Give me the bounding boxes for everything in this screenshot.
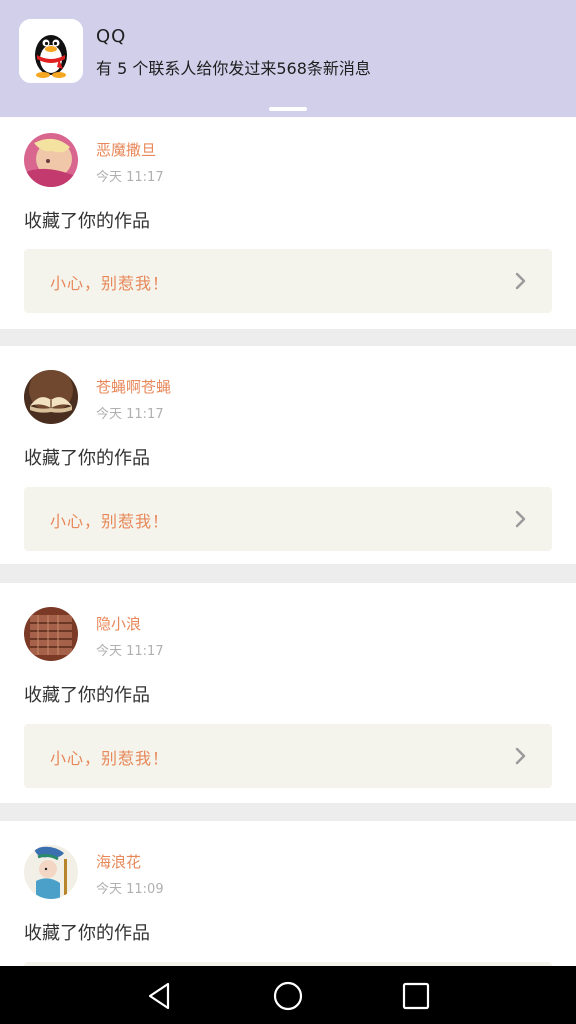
username[interactable]: 隐小浪	[96, 613, 141, 634]
timestamp: 今天 11:09	[96, 882, 164, 897]
action-text: 收藏了你的作品	[24, 211, 150, 232]
quoted-work[interactable]: 小心，别惹我！	[24, 249, 552, 313]
feed-card: 恶魔撒旦 今天 11:17 收藏了你的作品 小心，别惹我！	[0, 117, 576, 329]
timestamp: 今天 11:17	[96, 170, 164, 185]
timestamp: 今天 11:17	[96, 407, 164, 422]
chevron-right-icon	[515, 747, 526, 765]
quoted-work[interactable]: 小心，别惹我！	[24, 724, 552, 788]
notification-app-name: QQ	[96, 26, 127, 47]
notification-message: 有 5 个联系人给你发过来568条新消息	[96, 59, 371, 78]
system-navigation-bar	[0, 966, 576, 1024]
quoted-work-title: 小心，别惹我！	[50, 749, 170, 768]
quoted-work[interactable]: 小心，别惹我！	[24, 487, 552, 551]
chevron-right-icon	[515, 272, 526, 290]
notification-drag-handle[interactable]	[269, 107, 307, 111]
action-text: 收藏了你的作品	[24, 923, 150, 944]
avatar[interactable]	[24, 370, 78, 424]
username[interactable]: 苍蝇啊苍蝇	[96, 376, 171, 397]
feed-card: 苍蝇啊苍蝇 今天 11:17 收藏了你的作品 小心，别惹我！	[0, 346, 576, 564]
quoted-work-title: 小心，别惹我！	[50, 274, 170, 293]
timestamp: 今天 11:17	[96, 644, 164, 659]
username[interactable]: 海浪花	[96, 851, 141, 872]
feed-card: 隐小浪 今天 11:17 收藏了你的作品 小心，别惹我！	[0, 583, 576, 803]
activity-feed: 恶魔撒旦 今天 11:17 收藏了你的作品 小心，别惹我！ 苍蝇啊苍蝇 今天 1…	[0, 117, 576, 966]
username[interactable]: 恶魔撒旦	[96, 139, 156, 160]
avatar[interactable]	[24, 845, 78, 899]
action-text: 收藏了你的作品	[24, 448, 150, 469]
notification-banner[interactable]: QQ 有 5 个联系人给你发过来568条新消息	[0, 0, 576, 117]
chevron-right-icon	[515, 510, 526, 528]
avatar[interactable]	[24, 133, 78, 187]
avatar[interactable]	[24, 607, 78, 661]
action-text: 收藏了你的作品	[24, 685, 150, 706]
feed-card: 海浪花 今天 11:09 收藏了你的作品	[0, 821, 576, 966]
back-triangle-icon[interactable]	[142, 978, 178, 1014]
home-circle-icon[interactable]	[270, 978, 306, 1014]
recents-square-icon[interactable]	[398, 978, 434, 1014]
qq-penguin-icon	[19, 19, 83, 83]
quoted-work-title: 小心，别惹我！	[50, 512, 170, 531]
